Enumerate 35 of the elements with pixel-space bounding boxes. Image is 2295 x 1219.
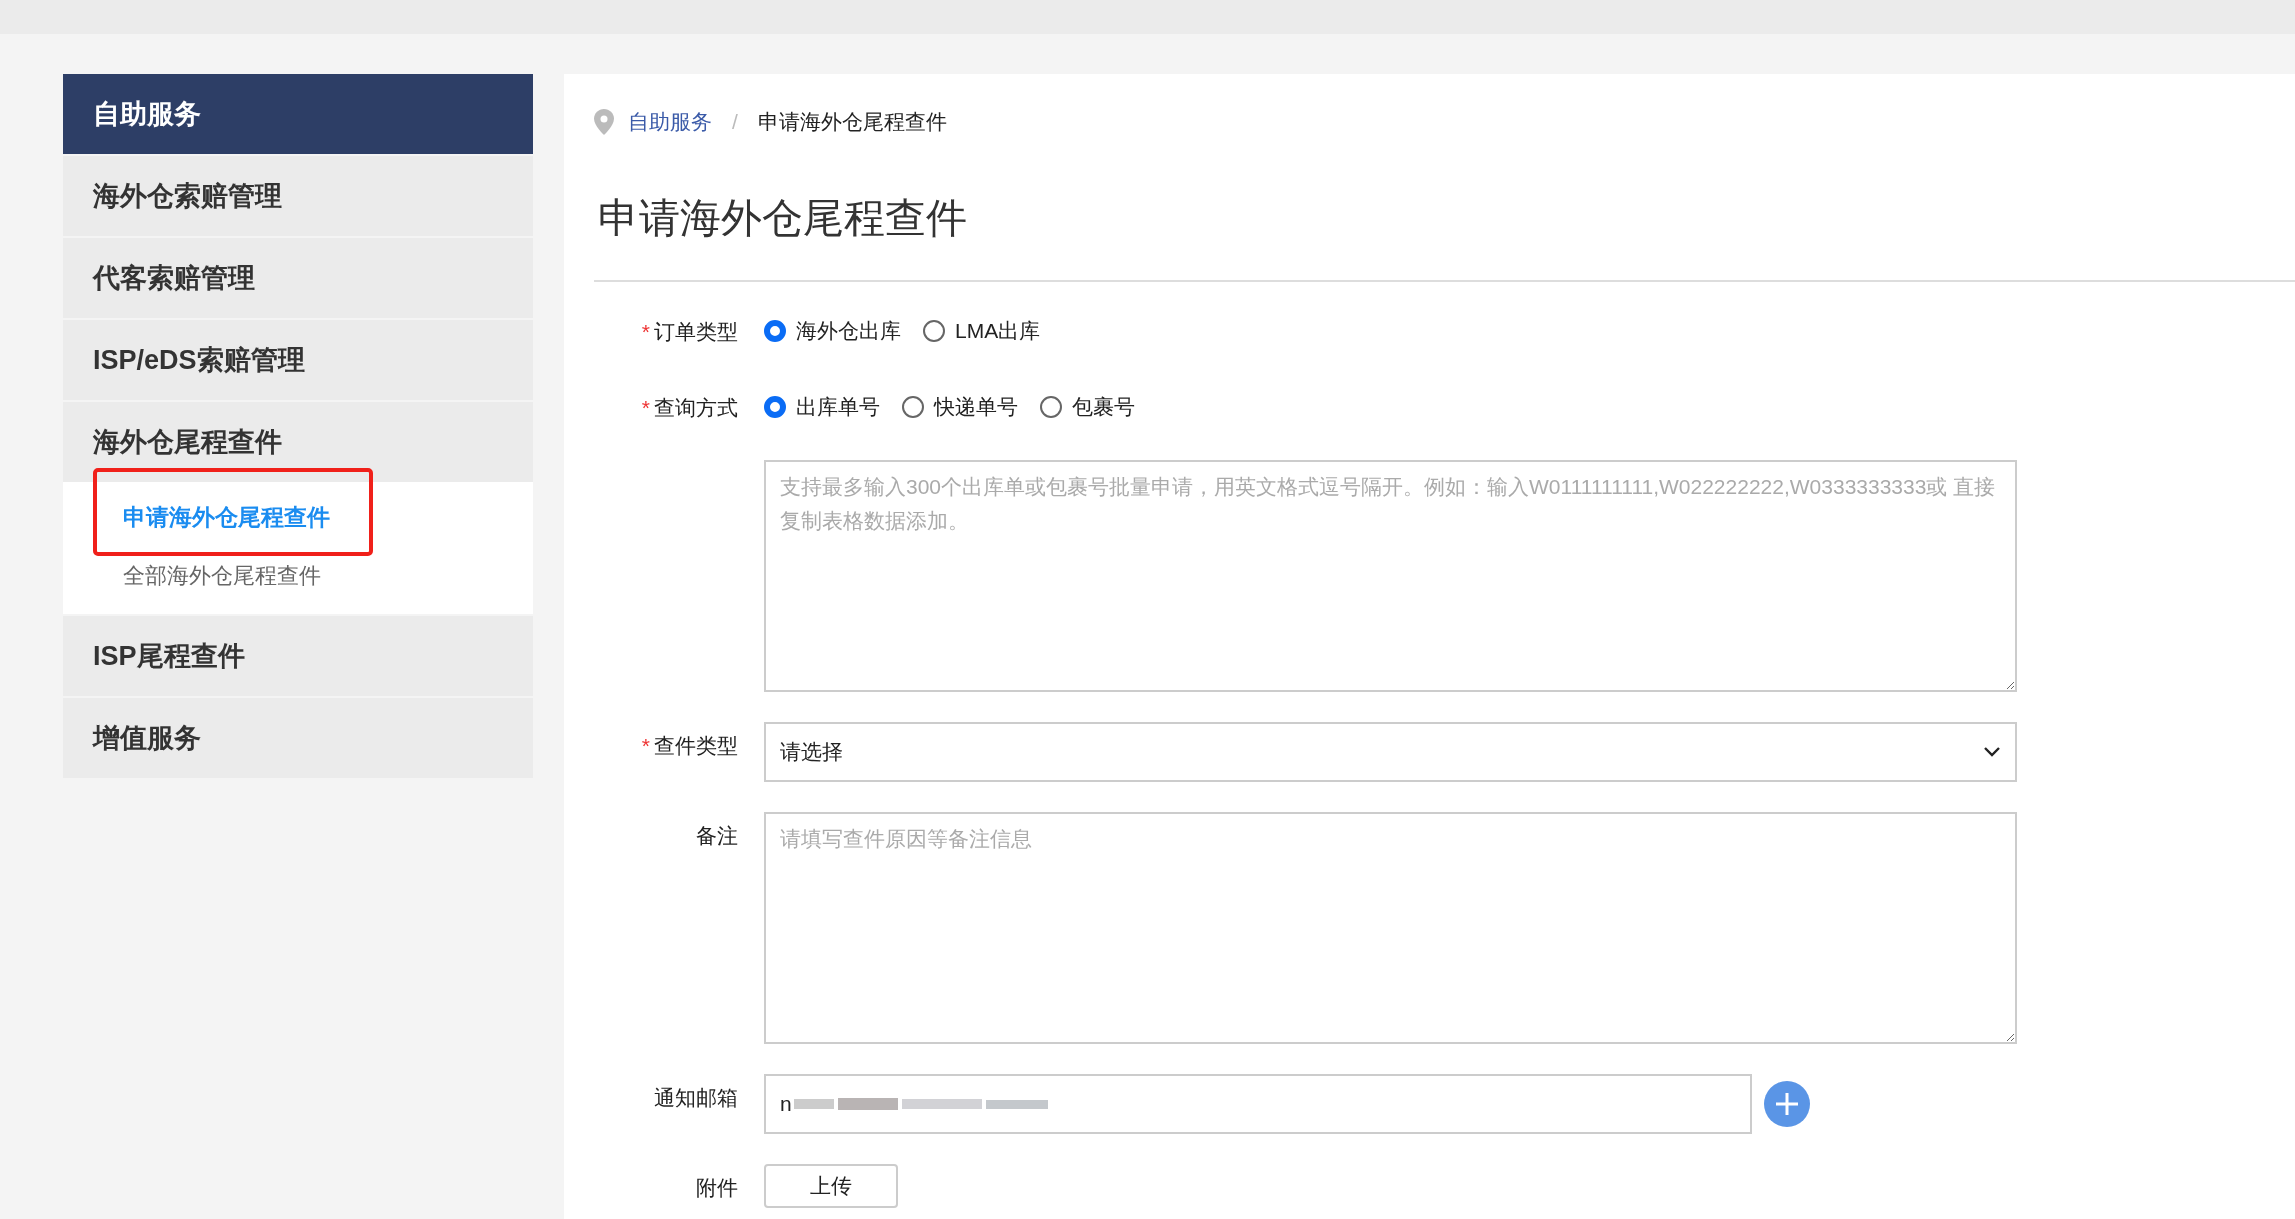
email-field[interactable]: n bbox=[764, 1073, 1752, 1134]
page-title: 申请海外仓尾程查件 bbox=[597, 194, 968, 243]
breadcrumb-separator: / bbox=[732, 109, 738, 136]
sidebar-header: 自助服务 bbox=[63, 74, 533, 154]
add-button[interactable] bbox=[1764, 1080, 1810, 1127]
submenu-item[interactable]: 全部海外仓尾程查件 bbox=[123, 558, 321, 592]
field-label: 附件 bbox=[696, 1174, 738, 1201]
field-label: 查询方式 bbox=[654, 394, 738, 421]
field-label: 订单类型 bbox=[654, 318, 738, 345]
text-area[interactable]: 请填写查件原因等备注信息 bbox=[764, 811, 2017, 1044]
upload-button[interactable]: 上传 bbox=[764, 1163, 898, 1208]
sidebar-item[interactable]: 海外仓尾程查件 bbox=[63, 402, 533, 482]
field-label: 查件类型 bbox=[654, 732, 738, 759]
radio-option[interactable]: 快递单号 bbox=[902, 390, 1018, 423]
breadcrumb-link[interactable]: 自助服务 bbox=[628, 106, 712, 138]
sidebar-item[interactable]: 海外仓索赔管理 bbox=[63, 156, 533, 236]
radio-option[interactable]: 包裹号 bbox=[1040, 390, 1135, 423]
required-mark: * bbox=[641, 732, 650, 759]
plus-icon bbox=[1774, 1090, 1800, 1117]
chevron-down-icon bbox=[1983, 745, 2001, 758]
sidebar-item[interactable]: 增值服务 bbox=[63, 698, 533, 778]
sidebar-item[interactable]: ISP尾程查件 bbox=[63, 616, 533, 696]
text-area[interactable]: 支持最多输入300个出库单或包裹号批量申请，用英文格式逗号隔开。例如：输入W0111111111,W022222222,W0333333333或 直接复制表格数据添加。 bbox=[764, 459, 2017, 692]
breadcrumb-current: 申请海外仓尾程查件 bbox=[757, 109, 947, 136]
required-mark: * bbox=[641, 318, 650, 345]
field-label: 备注 bbox=[696, 822, 738, 849]
sidebar-item[interactable]: 代客索赔管理 bbox=[63, 238, 533, 318]
radio-option[interactable]: LMA出库 bbox=[923, 314, 1041, 347]
select-field[interactable]: 请选择 bbox=[764, 721, 2017, 782]
sidebar-item[interactable]: ISP/eDS索赔管理 bbox=[63, 320, 533, 400]
location-pin-icon bbox=[594, 109, 614, 135]
field-label: 通知邮箱 bbox=[654, 1084, 738, 1111]
required-mark: * bbox=[641, 394, 650, 421]
radio-option[interactable]: 海外仓出库 bbox=[764, 314, 901, 347]
radio-option[interactable]: 出库单号 bbox=[764, 390, 880, 423]
